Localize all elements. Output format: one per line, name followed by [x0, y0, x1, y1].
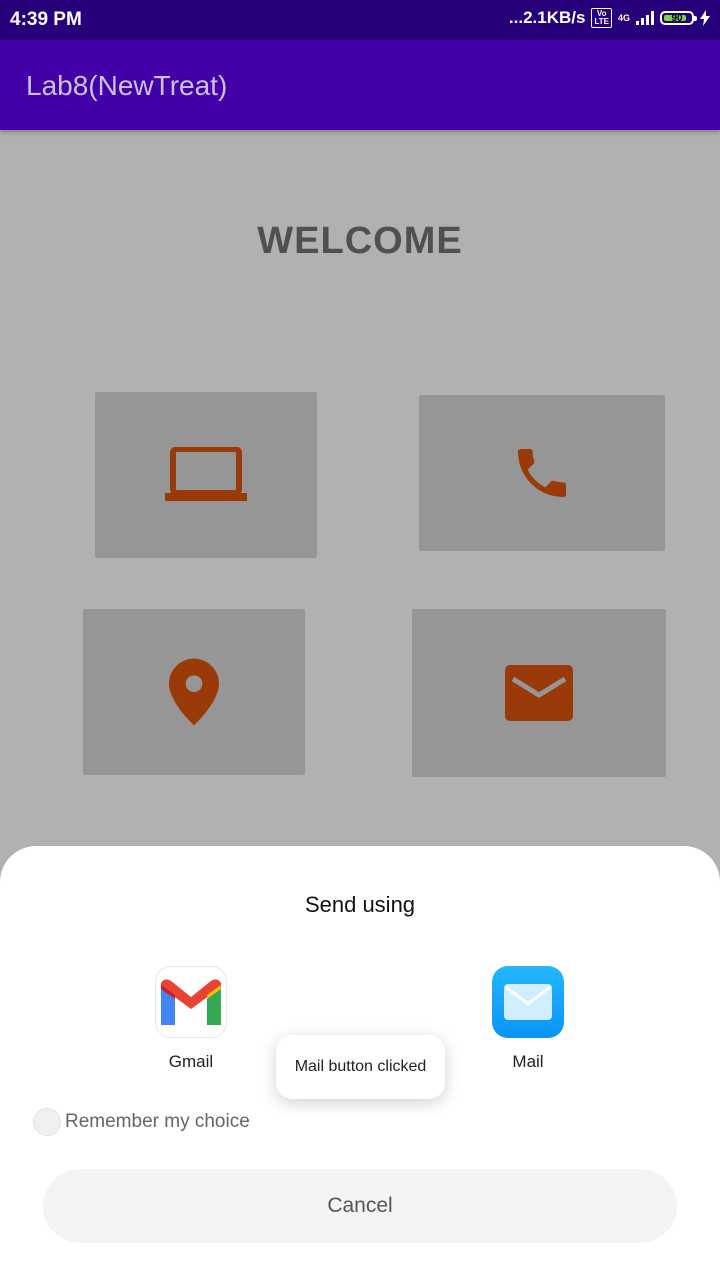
mail-label: Mail — [512, 1052, 544, 1071]
battery-icon: 90 — [660, 11, 697, 25]
phone-icon — [518, 449, 566, 497]
signal-icon — [636, 11, 654, 25]
remember-choice-radio[interactable] — [33, 1108, 61, 1136]
status-indicators: ...2.1KB/s Vo LTE 4G 90 — [509, 8, 710, 28]
mail-tile-button[interactable] — [412, 609, 666, 777]
status-bar: 4:39 PM ...2.1KB/s Vo LTE 4G 90 — [0, 0, 720, 40]
status-time: 4:39 PM — [10, 9, 82, 30]
location-pin-icon — [169, 658, 219, 726]
welcome-heading: WELCOME — [257, 220, 463, 262]
app-title: Lab8(NewTreat) — [26, 70, 228, 101]
laptop-tile-button[interactable] — [95, 392, 317, 558]
phone-tile-button[interactable] — [419, 395, 665, 551]
cancel-button[interactable]: Cancel — [43, 1169, 677, 1243]
mail-icon — [505, 665, 573, 721]
app-bar: Lab8(NewTreat) — [0, 40, 720, 130]
mail-app-icon — [492, 966, 564, 1038]
sheet-title: Send using — [304, 892, 416, 917]
remember-choice-label: Remember my choice — [65, 1111, 250, 1132]
volte-icon: Vo LTE — [591, 8, 612, 28]
gmail-option[interactable]: Gmail — [131, 966, 251, 1072]
mail-option[interactable]: Mail — [468, 966, 588, 1072]
remember-choice-toggle[interactable]: Remember my choice — [33, 1108, 250, 1136]
network-speed: ...2.1KB/s — [508, 8, 586, 27]
gmail-icon — [155, 966, 227, 1038]
network-type: 4G — [617, 13, 630, 23]
charging-icon — [700, 10, 710, 26]
battery-level: 90 — [671, 12, 683, 24]
toast-message: Mail button clicked — [276, 1035, 445, 1099]
laptop-icon — [165, 447, 247, 501]
location-tile-button[interactable] — [83, 609, 305, 775]
gmail-label: Gmail — [168, 1052, 214, 1071]
